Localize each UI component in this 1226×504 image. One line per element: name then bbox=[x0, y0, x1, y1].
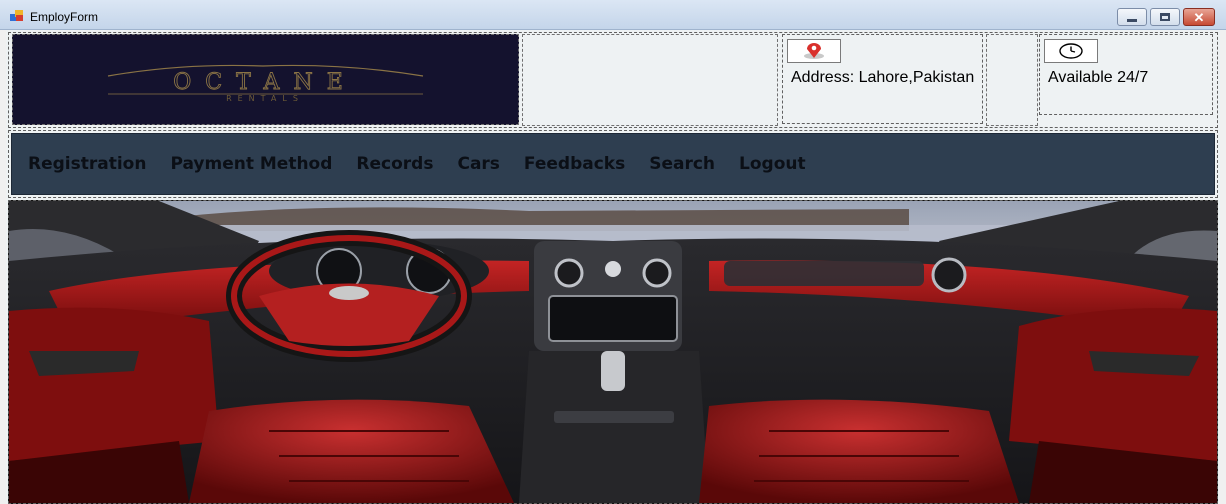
octane-rentals-logo: OCTANE RENTALS bbox=[107, 64, 424, 103]
car-interior-illustration bbox=[9, 201, 1217, 503]
address-label: Address: Lahore,Pakistan bbox=[791, 69, 975, 86]
address-panel: Address: Lahore,Pakistan bbox=[782, 34, 983, 124]
minimize-icon bbox=[1127, 18, 1137, 22]
menu-item-feedbacks[interactable]: Feedbacks bbox=[524, 154, 625, 174]
header-panel: OCTANE RENTALS Address: Lahore,Pakistan bbox=[8, 32, 1218, 128]
location-pin-icon bbox=[804, 43, 824, 59]
header-spacer-2 bbox=[986, 34, 1038, 126]
menu-item-search[interactable]: Search bbox=[649, 154, 715, 174]
menu-item-cars[interactable]: Cars bbox=[457, 154, 499, 174]
logo-brand-text: OCTANE bbox=[173, 70, 357, 95]
availability-panel: Available 24/7 bbox=[1039, 34, 1213, 115]
app-icon bbox=[10, 10, 23, 21]
clock-icon bbox=[1059, 43, 1083, 59]
menu-item-logout[interactable]: Logout bbox=[739, 154, 806, 174]
window-title: EmployForm bbox=[30, 10, 99, 24]
menu-item-records[interactable]: Records bbox=[356, 154, 433, 174]
logo-sub-text: RENTALS bbox=[226, 94, 304, 103]
minimize-button[interactable] bbox=[1117, 8, 1147, 26]
menu-strip-inner: Registration Payment Method Records Cars… bbox=[11, 133, 1215, 195]
form-client-area: OCTANE RENTALS Address: Lahore,Pakistan bbox=[6, 30, 1220, 504]
hero-car-interior-image bbox=[8, 200, 1218, 504]
close-button[interactable]: ✕ bbox=[1183, 8, 1215, 26]
window-titlebar[interactable]: EmployForm ✕ bbox=[0, 0, 1226, 30]
header-spacer bbox=[522, 34, 778, 126]
menu-item-registration[interactable]: Registration bbox=[28, 154, 146, 174]
maximize-button[interactable] bbox=[1150, 8, 1180, 26]
close-icon: ✕ bbox=[1193, 9, 1205, 25]
location-button[interactable] bbox=[787, 39, 841, 63]
availability-label: Available 24/7 bbox=[1048, 69, 1149, 86]
menu-item-payment-method[interactable]: Payment Method bbox=[170, 154, 332, 174]
maximize-icon bbox=[1160, 13, 1170, 21]
menu-strip: Registration Payment Method Records Cars… bbox=[8, 130, 1218, 198]
clock-button[interactable] bbox=[1044, 39, 1098, 63]
logo-picture: OCTANE RENTALS bbox=[12, 34, 519, 125]
